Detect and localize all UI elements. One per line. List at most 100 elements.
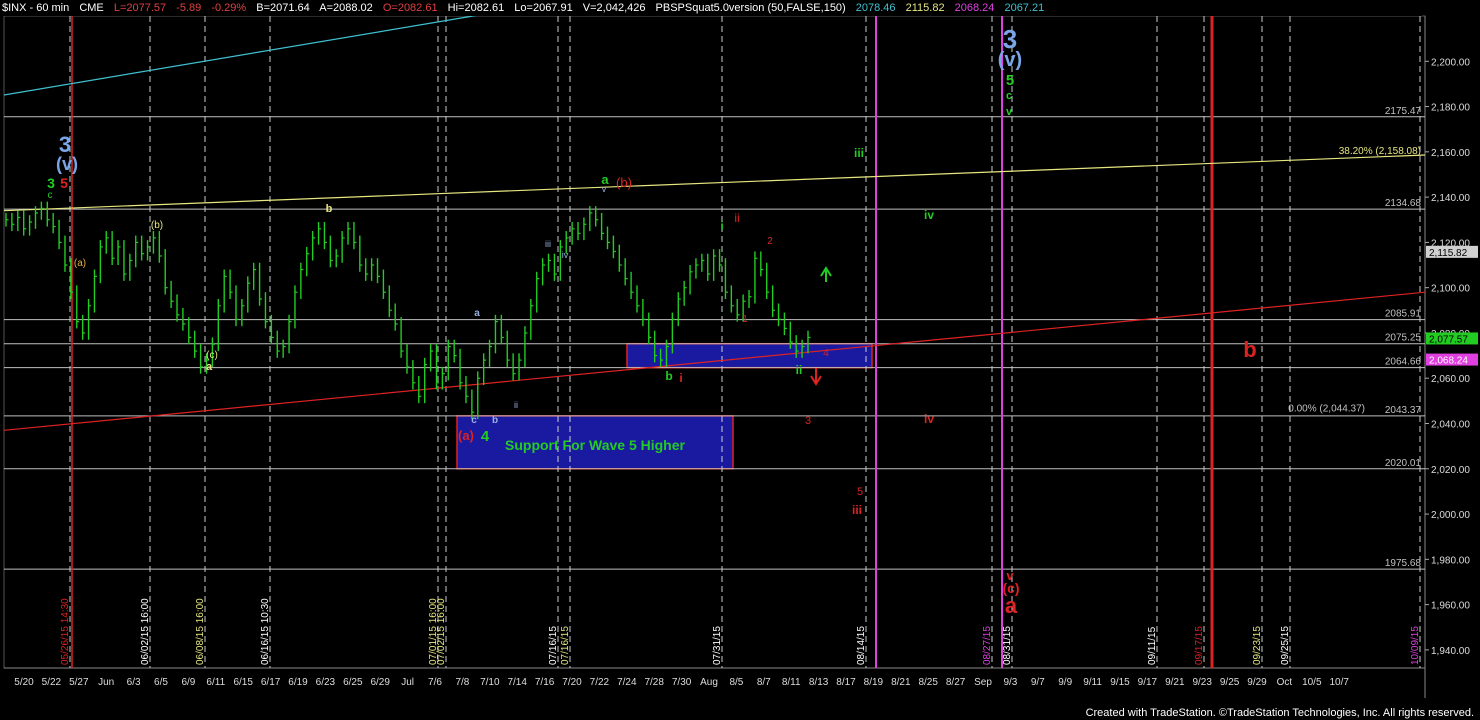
wave-label: iii bbox=[852, 503, 862, 517]
vertical-date-label: 06/16/15 10:30 bbox=[260, 598, 271, 665]
wave-label: ii bbox=[796, 363, 803, 377]
x-tick-label: 6/19 bbox=[288, 677, 308, 688]
vertical-date-label: 08/14/15 bbox=[856, 626, 867, 665]
wave-label: 4 bbox=[481, 428, 490, 445]
wave-label: (c) bbox=[206, 350, 218, 361]
x-tick-label: 8/17 bbox=[836, 677, 856, 688]
level-label: 2134.68 bbox=[1385, 198, 1422, 209]
x-tick-label: 7/30 bbox=[672, 677, 692, 688]
wave-label: c bbox=[471, 415, 477, 426]
vertical-date-label: 07/16/15 bbox=[548, 626, 559, 665]
wave-label: iii bbox=[854, 146, 864, 160]
low-price: Lo=2067.91 bbox=[514, 2, 573, 14]
up-arrow bbox=[820, 266, 832, 282]
vertical-date-label: 09/25/15 bbox=[1280, 626, 1291, 665]
x-tick-label: 6/29 bbox=[370, 677, 390, 688]
indicator-name: PBSPSquat5.0version (50,FALSE,150) bbox=[655, 2, 846, 14]
x-tick-label: 9/17 bbox=[1138, 677, 1158, 688]
x-tick-label: 9/3 bbox=[1003, 677, 1017, 688]
x-tick-label: 7/8 bbox=[455, 677, 469, 688]
target-box bbox=[626, 342, 873, 369]
vertical-date-label: 09/23/15 bbox=[1252, 626, 1263, 665]
x-tick-label: 10/5 bbox=[1302, 677, 1322, 688]
wave-label: a bbox=[1005, 593, 1018, 618]
vertical-date-label: 06/02/15 16:00 bbox=[140, 598, 151, 665]
x-tick-label: 5/27 bbox=[69, 677, 89, 688]
open-price: O=2082.61 bbox=[382, 2, 438, 14]
wave-label: b bbox=[1243, 337, 1256, 362]
y-tick-label: 1,980.00 bbox=[1431, 555, 1470, 566]
price-bars bbox=[5, 201, 811, 419]
indicator-value-3: 2068.24 bbox=[954, 2, 995, 14]
y-tick-label: 2,100.00 bbox=[1431, 284, 1470, 295]
x-tick-label: 9/11 bbox=[1083, 677, 1102, 688]
vertical-date-label: 06/08/15 16:00 bbox=[195, 598, 206, 665]
wave-label: b bbox=[665, 369, 672, 383]
footer-credit: Created with TradeStation. ©TradeStation… bbox=[1085, 707, 1474, 719]
y-tick-label: 2,200.00 bbox=[1431, 57, 1470, 68]
x-tick-label: Aug bbox=[700, 677, 718, 688]
x-tick-label: 7/10 bbox=[480, 677, 500, 688]
y-tick-label: 2,140.00 bbox=[1431, 193, 1470, 204]
x-tick-label: 9/15 bbox=[1110, 677, 1130, 688]
high-price: Hi=2082.61 bbox=[447, 2, 505, 14]
level-label: 2064.66 bbox=[1385, 357, 1422, 368]
x-tick-label: 6/3 bbox=[127, 677, 141, 688]
y-tick-label: 2,060.00 bbox=[1431, 374, 1470, 385]
wave-label: iii bbox=[545, 239, 551, 249]
indicator-value-2: 2115.82 bbox=[905, 2, 945, 14]
x-tick-label: 8/25 bbox=[918, 677, 938, 688]
vertical-date-label: 05/26/15 14:30 bbox=[60, 598, 71, 665]
x-tick-label: 5/22 bbox=[42, 677, 62, 688]
x-tick-label: 7/22 bbox=[590, 677, 610, 688]
price-marker-label: 2,068.24 bbox=[1429, 356, 1468, 367]
wave-label: 5 bbox=[857, 486, 863, 498]
vertical-date-label: 07/02/15 16:00 bbox=[436, 598, 447, 665]
x-tick-label: 9/25 bbox=[1220, 677, 1240, 688]
wave-label: (b) bbox=[151, 220, 163, 231]
wave-label: b bbox=[492, 415, 498, 426]
wave-label: 4 bbox=[823, 348, 829, 359]
y-tick-label: 1,960.00 bbox=[1431, 601, 1470, 612]
x-tick-label: 6/9 bbox=[181, 677, 195, 688]
fib-label-0: 0.00% (2,044.37) bbox=[1288, 404, 1365, 415]
wave-label: 3 bbox=[805, 415, 811, 427]
vertical-date-label: 09/11/15 bbox=[1147, 626, 1158, 665]
x-tick-label: Sep bbox=[974, 677, 992, 688]
wave-label: iv bbox=[924, 208, 934, 222]
wave-label: c bbox=[1006, 90, 1012, 102]
x-tick-label: 9/9 bbox=[1058, 677, 1072, 688]
wave-label: (a) bbox=[74, 258, 86, 269]
chart-header: $INX - 60 min CME L=2077.57 -5.89 -0.29%… bbox=[0, 0, 1422, 16]
x-tick-label: 8/11 bbox=[782, 677, 801, 688]
y-tick-label: 2,040.00 bbox=[1431, 420, 1470, 431]
wave-label: iv bbox=[924, 412, 934, 426]
wave-label: a bbox=[601, 172, 609, 187]
x-tick-label: 7/16 bbox=[535, 677, 555, 688]
symbol-label: $INX - 60 min bbox=[2, 2, 70, 14]
vertical-date-label: 07/16/15 bbox=[560, 626, 571, 665]
wave-label: (v) bbox=[56, 154, 78, 174]
pct-change: -0.29% bbox=[211, 2, 247, 14]
price-chart: Support For Wave 5 Higher 2175.47 2134.68 2… bbox=[3, 13, 1478, 698]
x-tick-label: 9/21 bbox=[1165, 677, 1185, 688]
wave-label: i bbox=[679, 371, 682, 385]
x-tick-label: 7/14 bbox=[507, 677, 527, 688]
x-tick-label: Jun bbox=[98, 677, 114, 688]
x-tick-label: 6/5 bbox=[154, 677, 168, 688]
wave-label: b bbox=[326, 203, 333, 215]
x-tick-label: 8/13 bbox=[809, 677, 829, 688]
wave-label: v bbox=[1006, 106, 1013, 118]
wave-label: a bbox=[206, 361, 213, 373]
indicator-value-1: 2078.46 bbox=[855, 2, 896, 14]
level-label: 1975.68 bbox=[1385, 558, 1422, 569]
x-tick-label: 8/19 bbox=[864, 677, 884, 688]
x-tick-label: 6/11 bbox=[206, 677, 225, 688]
wave-label: 2 bbox=[767, 236, 773, 247]
x-tick-label: 8/5 bbox=[729, 677, 743, 688]
wave-label: ii bbox=[734, 211, 739, 225]
wave-label: a bbox=[474, 308, 480, 319]
vertical-date-label: 07/31/15 bbox=[712, 626, 723, 665]
net-change: -5.89 bbox=[176, 2, 202, 14]
x-tick-label: 9/23 bbox=[1192, 677, 1212, 688]
